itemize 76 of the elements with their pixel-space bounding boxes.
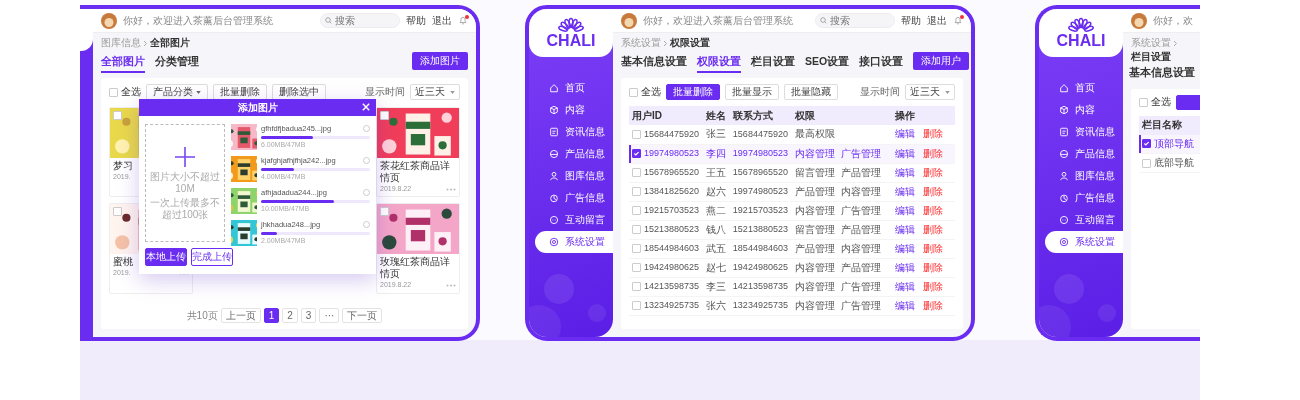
- user-id: 13234925735: [644, 300, 700, 311]
- table-cell: 19215703523: [729, 201, 793, 220]
- page-count: 共10页: [186, 309, 218, 322]
- user-id: 15684475920: [644, 128, 700, 140]
- checkbox-label: 全选: [121, 86, 141, 98]
- user-id: 19215703523: [644, 205, 700, 216]
- hint-text: 图片大小不超过10M: [149, 171, 221, 194]
- column-header: 操作: [891, 106, 955, 125]
- user-id: 15678965520: [644, 167, 700, 178]
- permission-text: 最高权限: [795, 128, 836, 140]
- column-header: 联系方式: [729, 106, 793, 125]
- table-cell: 钱八: [703, 220, 730, 239]
- column-header: 权限: [792, 106, 892, 125]
- permission-text: 广告管理: [841, 147, 882, 159]
- table-cell: 15678965520: [729, 163, 793, 182]
- checkbox-label: 全选: [1151, 96, 1171, 109]
- table-cell: 14213598735: [729, 277, 793, 296]
- permission-text: 产品管理: [795, 242, 836, 254]
- permission-text: 内容管理: [795, 147, 836, 159]
- permission-text: 内容管理: [795, 204, 836, 216]
- table-cell: 15684475920: [729, 125, 793, 144]
- table-cell: 18544984603: [729, 239, 793, 258]
- permission-text: 留言管理: [795, 166, 836, 178]
- permission-text: 广告管理: [841, 204, 882, 216]
- permission-text: 广告管理: [841, 299, 882, 311]
- card-title: 玫瑰红茶商品详情页: [380, 256, 451, 281]
- permission-text: 内容管理: [841, 185, 882, 197]
- permission-text: 产品管理: [841, 166, 882, 178]
- table-cell: 顶部导航: [1154, 137, 1194, 150]
- permission-text: 产品管理: [795, 185, 836, 197]
- logo-text: CHALI: [1056, 33, 1106, 49]
- permission-text: 内容管理: [795, 280, 836, 292]
- table-cell: 张三: [703, 125, 730, 144]
- table-cell: 李三: [703, 277, 730, 296]
- filter-label: 显示时间: [860, 86, 900, 98]
- user-id: 19974980523: [644, 148, 700, 159]
- permission-text: 内容管理: [841, 242, 882, 254]
- column-header: 用户ID: [629, 106, 704, 125]
- table-cell: 赵七: [703, 258, 730, 277]
- table-cell: 赵六: [703, 182, 730, 201]
- greeting-text: 你好，欢迎进入茶薰后台管理系统: [123, 14, 273, 27]
- user-id: 14213598735: [644, 281, 700, 292]
- table-cell: 武五: [703, 239, 730, 258]
- permission-text: 产品管理: [841, 223, 882, 235]
- user-id: 15213880523: [644, 224, 700, 235]
- table-cell: 19424980625: [729, 258, 793, 277]
- user-id: 19424980625: [644, 262, 700, 273]
- permission-text: 产品管理: [841, 261, 882, 273]
- table-cell: 底部导航: [1154, 157, 1194, 170]
- breadcrumb-current: 权限设置: [670, 37, 710, 49]
- user-id: 18544984603: [644, 243, 700, 254]
- greeting-text: 你好，欢: [1153, 14, 1193, 27]
- column-header: 栏目名称: [1139, 115, 1200, 135]
- breadcrumb-current: 栏目设置: [1131, 51, 1171, 63]
- table-cell: 王五: [703, 163, 730, 182]
- breadcrumb-current: 全部图片: [150, 37, 190, 49]
- table-cell: 19974980523: [729, 182, 793, 201]
- filter-label: 显示时间: [365, 86, 405, 98]
- permission-text: 留言管理: [795, 223, 836, 235]
- card-title: 梦习: [113, 160, 133, 172]
- table-cell: 张六: [703, 296, 730, 315]
- logo-text: CHALI: [546, 33, 596, 49]
- permission-text: 内容管理: [795, 261, 836, 273]
- table-cell: 15213880523: [729, 220, 793, 239]
- dialog-title: 添加图片: [237, 101, 278, 114]
- column-header: 姓名: [703, 106, 730, 125]
- table-cell: 燕二: [703, 201, 730, 220]
- checkbox-label: 全选: [641, 86, 661, 98]
- permission-text: 内容管理: [795, 299, 836, 311]
- greeting-text: 你好，欢迎进入茶薰后台管理系统: [643, 14, 793, 27]
- card-title: 蜜桃: [113, 256, 133, 269]
- card-title: 茶花红茶商品详情页: [380, 160, 451, 184]
- table-cell: 李四: [703, 144, 730, 163]
- permission-text: 广告管理: [841, 280, 882, 292]
- user-id: 13841825620: [644, 186, 700, 197]
- table-cell: 13234925735: [729, 296, 793, 315]
